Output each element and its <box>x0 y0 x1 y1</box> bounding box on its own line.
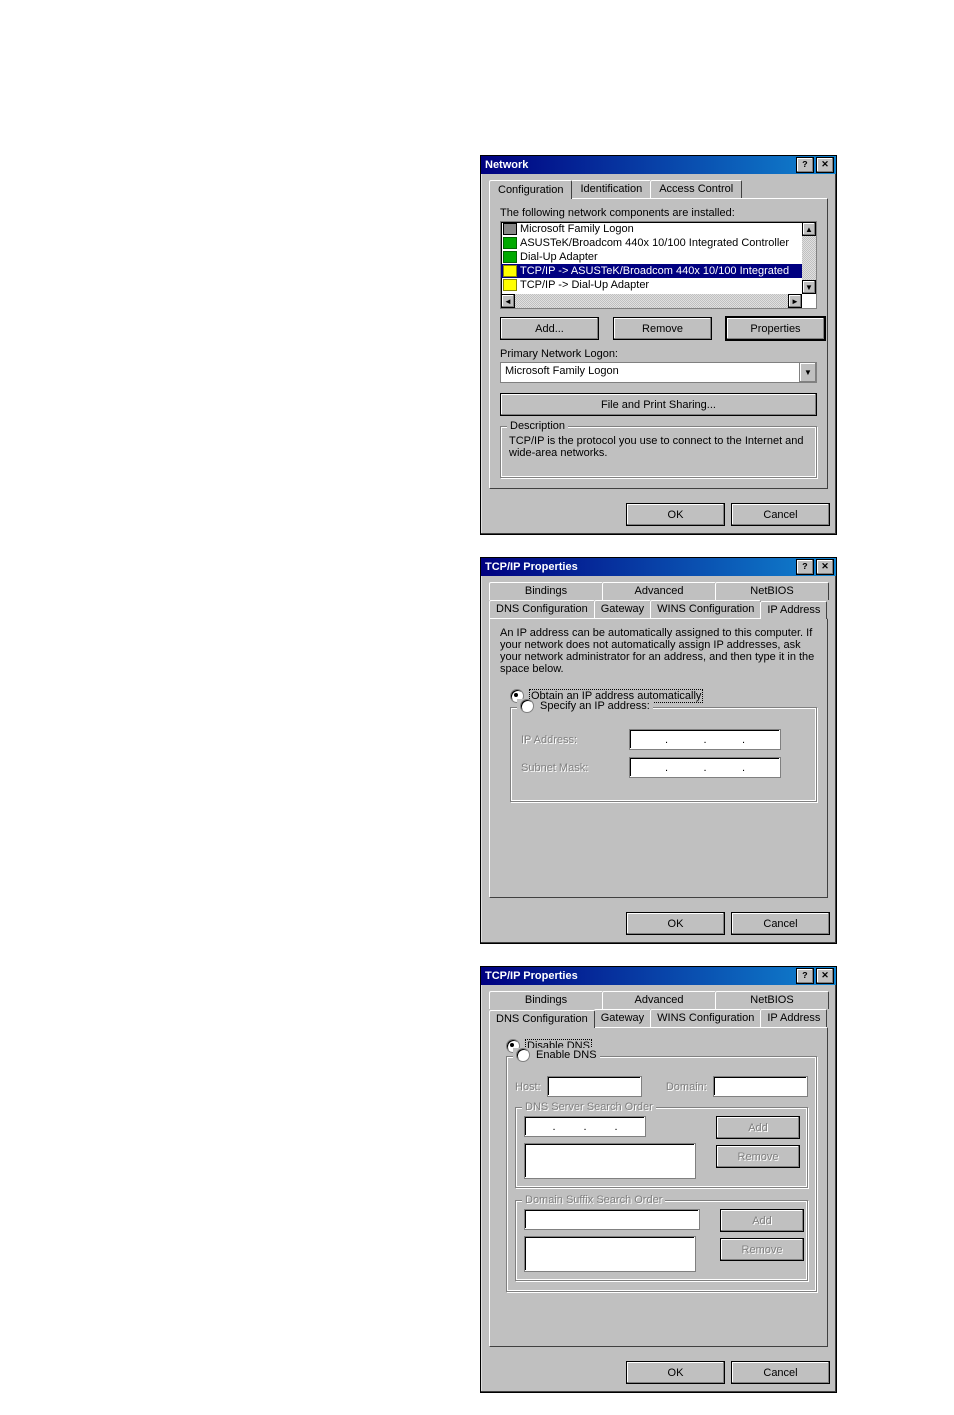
tab-gateway[interactable]: Gateway <box>594 600 651 618</box>
suffix-order-legend: Domain Suffix Search Order <box>522 1194 665 1206</box>
scroll-down-icon[interactable]: ▼ <box>802 280 816 294</box>
adapter-icon <box>503 237 517 249</box>
tab-bindings[interactable]: Bindings <box>489 991 603 1009</box>
cancel-button[interactable]: Cancel <box>731 912 830 935</box>
help-icon: ? <box>802 971 807 981</box>
scroll-up-icon[interactable]: ▲ <box>802 222 816 236</box>
ok-button[interactable]: OK <box>626 503 725 526</box>
close-icon: ✕ <box>821 562 829 572</box>
client-icon <box>503 223 517 235</box>
tab-wins-configuration[interactable]: WINS Configuration <box>650 1009 761 1027</box>
protocol-icon <box>503 265 517 277</box>
scroll-right-icon[interactable]: ► <box>788 294 802 308</box>
ok-button[interactable]: OK <box>626 1361 725 1384</box>
description-text: TCP/IP is the protocol you use to connec… <box>509 435 808 469</box>
titlebar[interactable]: TCP/IP Properties ? ✕ <box>481 967 836 985</box>
suffix-input[interactable] <box>524 1209 700 1230</box>
close-button[interactable]: ✕ <box>816 559 834 575</box>
tab-ip-address[interactable]: IP Address <box>760 1009 827 1027</box>
radio-specify[interactable]: Specify an IP address: <box>520 699 650 713</box>
components-listbox[interactable]: Microsoft Family Logon ASUSTeK/Broadcom … <box>500 221 817 309</box>
tab-advanced[interactable]: Advanced <box>602 582 716 600</box>
tab-dns-configuration[interactable]: DNS Configuration <box>489 1010 595 1028</box>
primary-logon-combo[interactable]: Microsoft Family Logon ▼ <box>500 362 817 383</box>
suffix-list[interactable] <box>524 1236 696 1272</box>
description-legend: Description <box>507 420 568 432</box>
radio-enable-label: Enable DNS <box>536 1049 597 1061</box>
suffix-add-button[interactable]: Add <box>720 1209 804 1232</box>
list-item[interactable]: TCP/IP -> Dial-Up Adapter <box>501 278 816 292</box>
titlebar[interactable]: TCP/IP Properties ? ✕ <box>481 558 836 576</box>
scrollbar-horizontal[interactable]: ◄ ► <box>501 294 802 308</box>
tab-wins-configuration[interactable]: WINS Configuration <box>650 600 761 618</box>
ip-address-field[interactable]: ... <box>629 729 781 750</box>
remove-button[interactable]: Remove <box>613 317 712 340</box>
cancel-button[interactable]: Cancel <box>731 1361 830 1384</box>
tab-configuration[interactable]: Configuration <box>489 180 572 199</box>
tab-dns-configuration[interactable]: DNS Configuration <box>489 600 595 618</box>
host-input[interactable] <box>547 1076 642 1097</box>
host-label: Host: <box>515 1081 541 1093</box>
file-print-sharing-button[interactable]: File and Print Sharing... <box>500 393 817 416</box>
help-button[interactable]: ? <box>796 968 814 984</box>
add-button[interactable]: Add... <box>500 317 599 340</box>
ip-address-label: IP Address: <box>521 734 611 746</box>
primary-logon-label: Primary Network Logon: <box>500 348 817 360</box>
domain-input[interactable] <box>713 1076 808 1097</box>
dns-add-button[interactable]: Add <box>716 1116 800 1139</box>
tab-netbios[interactable]: NetBIOS <box>715 582 829 600</box>
cancel-button[interactable]: Cancel <box>731 503 830 526</box>
tcpip-ipaddress-dialog: TCP/IP Properties ? ✕ Bindings Advanced … <box>480 557 837 944</box>
list-item[interactable]: ASUSTeK/Broadcom 440x 10/100 Integrated … <box>501 236 816 250</box>
scroll-left-icon[interactable]: ◄ <box>501 294 515 308</box>
radio-enable-dns[interactable]: Enable DNS <box>516 1048 597 1062</box>
dns-remove-button[interactable]: Remove <box>716 1145 800 1168</box>
adapter-icon <box>503 251 517 263</box>
help-icon: ? <box>802 562 807 572</box>
help-button[interactable]: ? <box>796 157 814 173</box>
tab-netbios[interactable]: NetBIOS <box>715 991 829 1009</box>
tab-identification[interactable]: Identification <box>571 180 651 198</box>
help-icon: ? <box>802 160 807 170</box>
close-icon: ✕ <box>821 971 829 981</box>
close-button[interactable]: ✕ <box>816 968 834 984</box>
tab-bindings[interactable]: Bindings <box>489 582 603 600</box>
description-group: Description TCP/IP is the protocol you u… <box>500 426 817 478</box>
network-dialog: Network ? ✕ Configuration Identification… <box>480 155 837 535</box>
subnet-mask-label: Subnet Mask: <box>521 762 611 774</box>
properties-button[interactable]: Properties <box>726 317 825 340</box>
domain-label: Domain: <box>666 1081 707 1093</box>
title-text: TCP/IP Properties <box>485 561 578 573</box>
dns-order-legend: DNS Server Search Order <box>522 1101 656 1113</box>
radio-icon <box>520 699 534 713</box>
list-item-selected[interactable]: TCP/IP -> ASUSTeK/Broadcom 440x 10/100 I… <box>501 264 816 278</box>
primary-logon-value: Microsoft Family Logon <box>501 363 799 382</box>
list-item[interactable]: Dial-Up Adapter <box>501 250 816 264</box>
ok-button[interactable]: OK <box>626 912 725 935</box>
ip-blurb: An IP address can be automatically assig… <box>500 627 817 675</box>
dns-list[interactable] <box>524 1143 696 1179</box>
tab-ip-address[interactable]: IP Address <box>760 601 827 619</box>
radio-icon <box>516 1048 530 1062</box>
components-heading: The following network components are ins… <box>500 207 817 219</box>
scrollbar-vertical[interactable]: ▲ ▼ <box>802 222 816 294</box>
dropdown-icon[interactable]: ▼ <box>799 363 816 382</box>
title-text: TCP/IP Properties <box>485 970 578 982</box>
tab-gateway[interactable]: Gateway <box>594 1009 651 1027</box>
close-button[interactable]: ✕ <box>816 157 834 173</box>
radio-specify-label: Specify an IP address: <box>540 700 650 712</box>
suffix-remove-button[interactable]: Remove <box>720 1238 804 1261</box>
title-text: Network <box>485 159 528 171</box>
protocol-icon <box>503 279 517 291</box>
dns-ip-input[interactable]: ... <box>524 1116 646 1137</box>
help-button[interactable]: ? <box>796 559 814 575</box>
close-icon: ✕ <box>821 160 829 170</box>
tcpip-dns-dialog: TCP/IP Properties ? ✕ Bindings Advanced … <box>480 966 837 1393</box>
titlebar[interactable]: Network ? ✕ <box>481 156 836 174</box>
tab-advanced[interactable]: Advanced <box>602 991 716 1009</box>
subnet-mask-field[interactable]: ... <box>629 757 781 778</box>
list-item[interactable]: Microsoft Family Logon <box>501 222 816 236</box>
tab-access-control[interactable]: Access Control <box>650 180 742 198</box>
